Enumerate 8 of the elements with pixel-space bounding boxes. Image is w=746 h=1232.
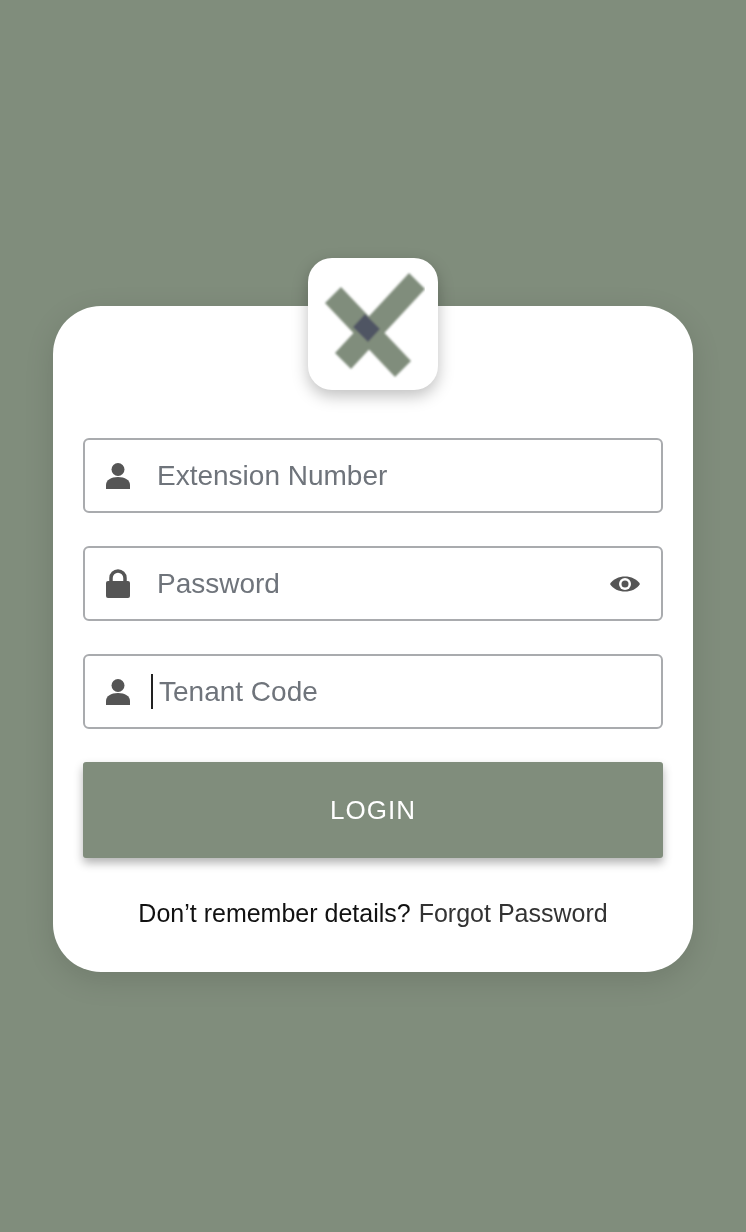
password-field[interactable]: Password <box>83 546 663 621</box>
prompt-text: Don’t remember details? <box>138 899 411 928</box>
input-field[interactable]: Tenant Code <box>83 654 663 729</box>
user-icon <box>105 461 131 490</box>
forgot-password-link[interactable]: Forgot Password <box>418 899 608 928</box>
input-field[interactable]: Extension Number <box>83 438 663 513</box>
lock-icon <box>105 568 131 599</box>
user-icon <box>105 677 131 706</box>
